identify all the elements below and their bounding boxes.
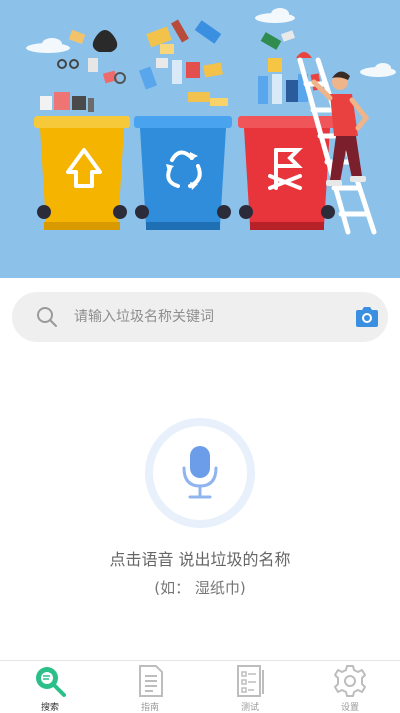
tab-test-label: 测试 [240, 703, 259, 713]
voice-example-text: (如： 湿纸巾) [154, 579, 246, 597]
guide-document-icon [139, 665, 163, 697]
tab-guide[interactable]: 指南 [100, 661, 200, 713]
tab-settings[interactable]: 设置 [300, 661, 400, 713]
blue-bin [134, 116, 232, 230]
voice-search-button[interactable] [145, 418, 255, 528]
search-icon [37, 307, 57, 327]
camera-icon[interactable] [354, 306, 380, 328]
search-input[interactable] [74, 292, 334, 342]
tab-search-label: 搜索 [40, 703, 59, 713]
voice-button-inner [153, 426, 247, 520]
search-bar[interactable] [12, 292, 388, 342]
yellow-bin [34, 116, 130, 230]
tab-settings-label: 设置 [340, 703, 359, 713]
voice-prompt-text: 点击语音 说出垃圾的名称 [109, 550, 291, 569]
hero-banner [0, 0, 400, 278]
microphone-icon [182, 446, 218, 499]
bottom-tab-bar: 搜索 指南 测试 设置 [0, 660, 400, 713]
search-tab-icon [36, 667, 66, 697]
garbage-sorting-illustration [0, 0, 400, 278]
tab-test[interactable]: 测试 [200, 661, 300, 713]
tab-search[interactable]: 搜索 [0, 661, 100, 713]
gear-icon [334, 665, 366, 697]
tab-guide-label: 指南 [140, 703, 159, 713]
test-checklist-icon [237, 665, 264, 697]
